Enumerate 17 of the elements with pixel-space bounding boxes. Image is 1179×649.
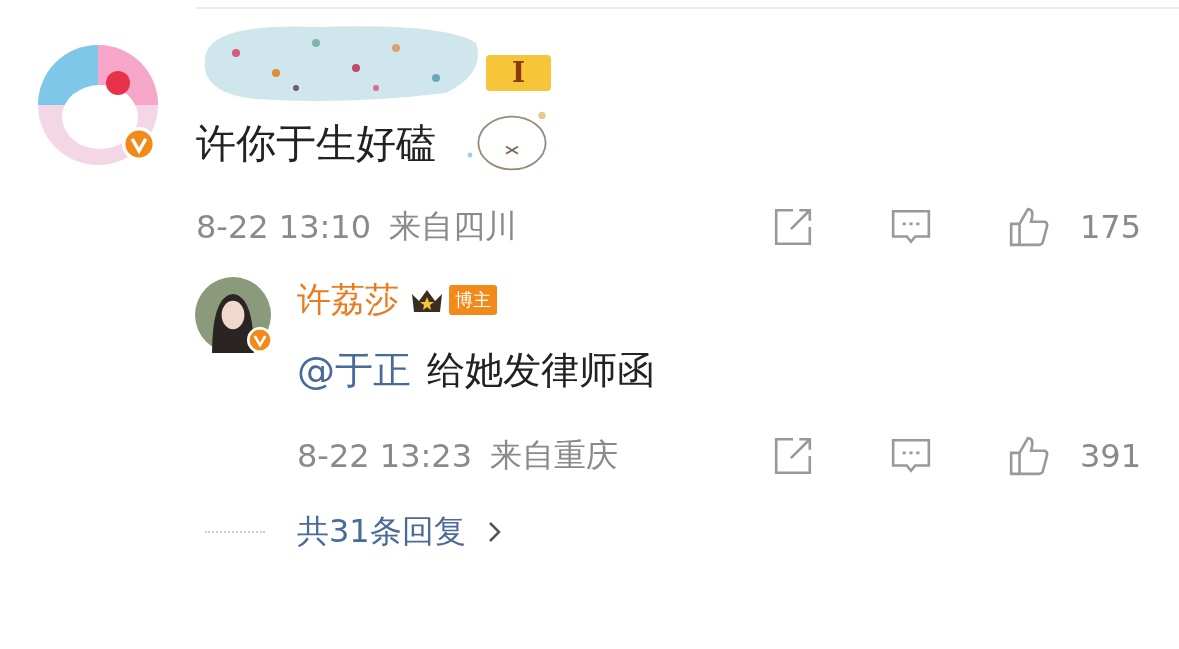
comment-text: 许你于生好磕 [196,119,436,168]
level-badge: I [486,55,552,91]
like-count: 391 [1079,437,1141,475]
author-name[interactable]: 许荔莎 [297,277,399,323]
thumbs-up-icon[interactable] [1007,206,1050,248]
reply-location: 来自重庆 [490,435,618,476]
blogger-badge: 博主 [449,285,497,315]
mention-link[interactable]: @于正 [297,345,411,396]
reply-time: 8-22 13:23 [297,437,472,475]
view-replies-link[interactable]: 共31条回复 [297,510,466,554]
chevron-right-icon[interactable] [487,520,502,544]
avatar[interactable] [195,277,271,353]
comment-location: 来自四川 [389,206,517,247]
reply-text: 给她发律师函 [427,347,655,394]
comment-time: 8-22 13:10 [196,208,371,246]
thumbs-up-icon[interactable] [1007,435,1050,477]
like-count: 175 [1079,208,1141,246]
